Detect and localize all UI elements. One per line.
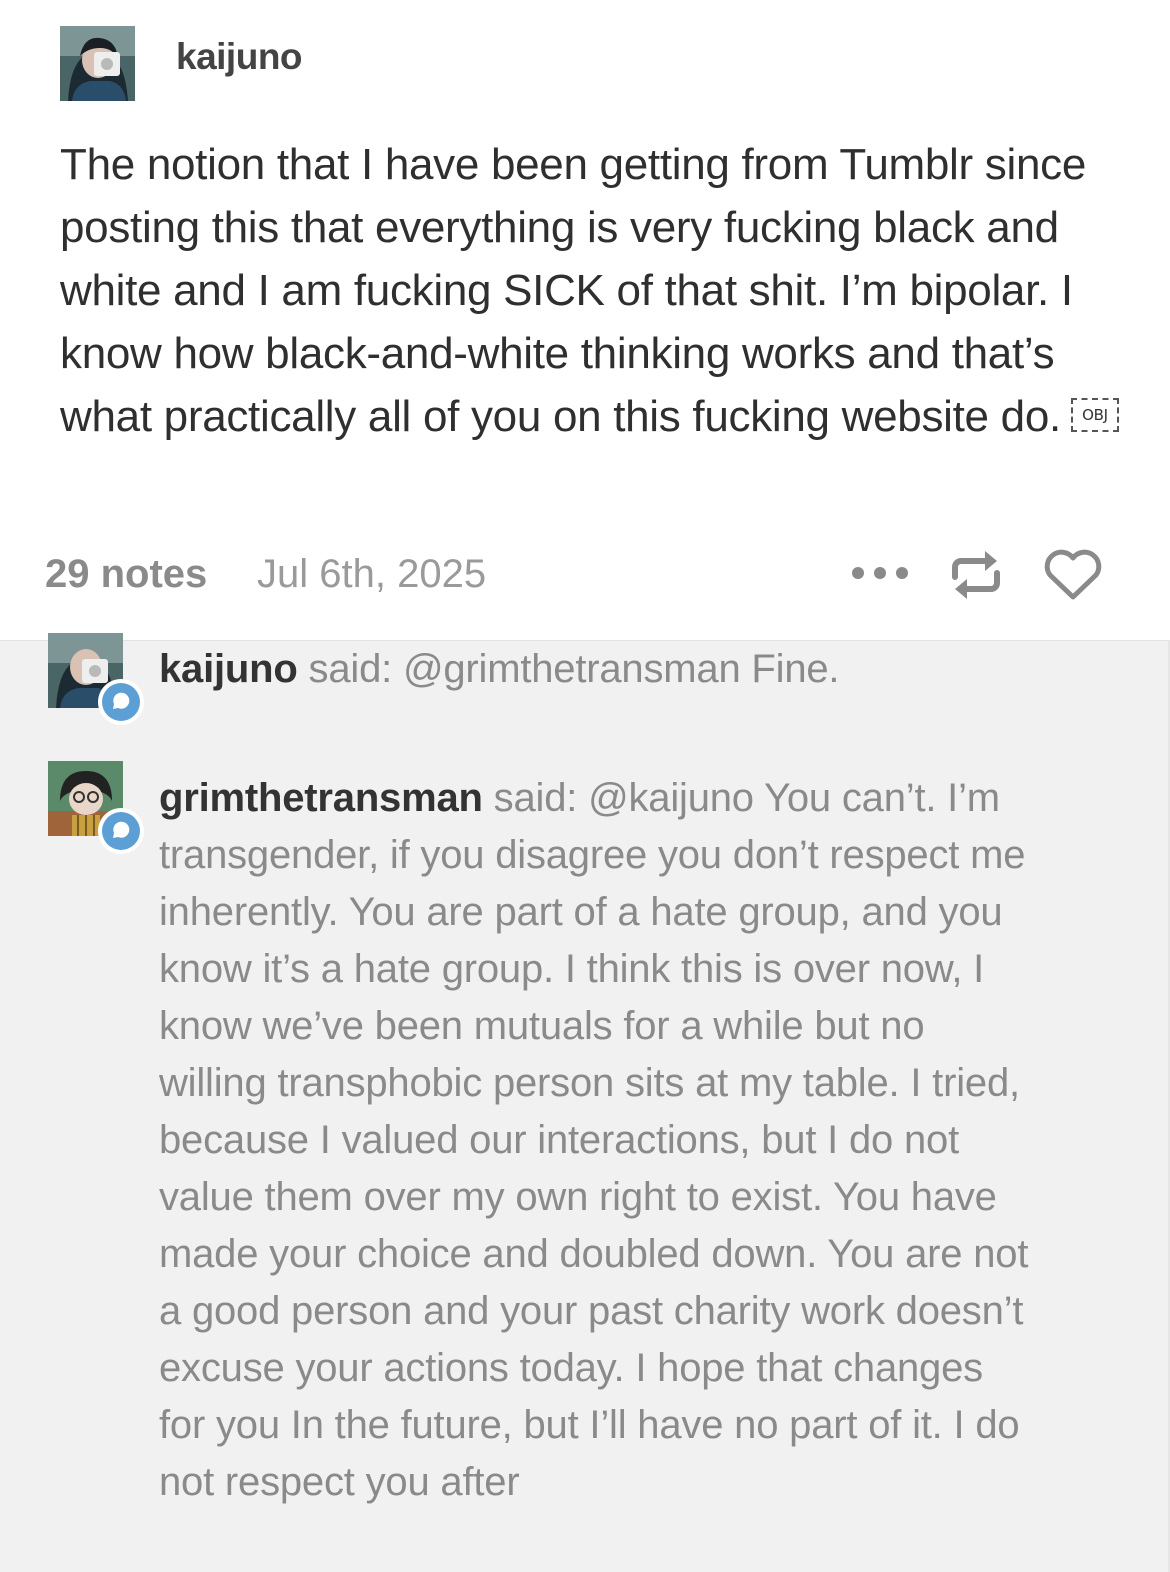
notes-count[interactable]: 29 notes [45,552,207,597]
note-reply: grimthetransman said: @kaijuno You can’t… [159,770,1039,1511]
author-avatar[interactable] [60,26,135,101]
note-message: @grimthetransman Fine. [402,647,840,691]
more-dots-icon[interactable] [850,565,910,581]
post-card: kaijuno The notion that I have been gett… [0,0,1170,640]
note-message: @kaijuno You can’t. I’m transgender, if … [159,776,1029,1504]
reblog-icon[interactable] [945,545,1007,605]
post-date: Jul 6th, 2025 [257,552,487,596]
post-body: The notion that I have been getting from… [60,133,1120,448]
post-body-text: The notion that I have been getting from… [60,140,1087,441]
object-replacement-glyph: OBJ [1070,398,1119,433]
notes-panel: kaijuno said: @grimthetransman Fine. gri… [0,633,1170,1572]
note-username[interactable]: grimthetransman [159,776,483,820]
reply-badge-icon [98,808,144,854]
note-reply: kaijuno said: @grimthetransman Fine. [159,641,1039,698]
note-username[interactable]: kaijuno [159,647,298,691]
reply-badge-icon [98,679,144,725]
note-said: said: [308,647,393,691]
note-said: said: [493,776,578,820]
heart-icon[interactable] [1042,545,1104,605]
author-username[interactable]: kaijuno [176,36,303,78]
